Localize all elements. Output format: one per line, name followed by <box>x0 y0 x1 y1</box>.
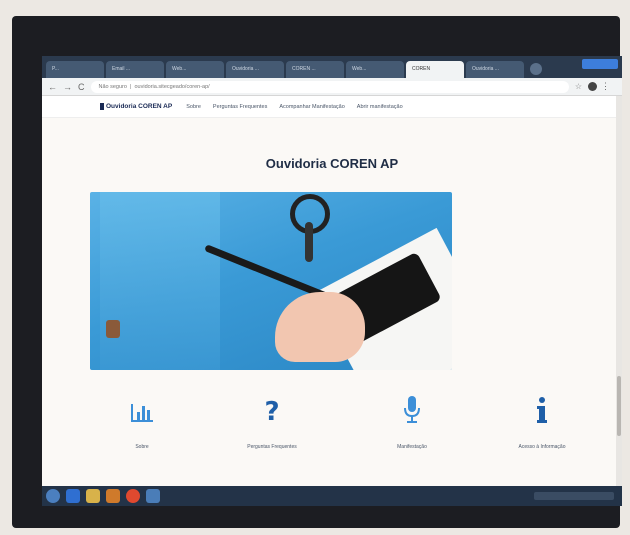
ie-icon[interactable] <box>66 489 80 503</box>
reload-icon[interactable]: C <box>78 82 85 92</box>
menu-dots-icon[interactable]: ⋮ <box>601 81 610 92</box>
browser-tab[interactable]: Web... <box>166 61 224 78</box>
feature-row: Sobre ? Perguntas Frequentes Manifestaçã… <box>82 388 602 468</box>
nav-link-sobre[interactable]: Sobre <box>186 104 201 110</box>
app-icon[interactable] <box>146 489 160 503</box>
feature-label: Perguntas Frequentes <box>247 444 297 450</box>
svg-text:?: ? <box>264 397 279 424</box>
url-text: ouvidoria.sitecgeado/coren-ap/ <box>134 83 210 90</box>
chrome-icon[interactable] <box>126 489 140 503</box>
brand-logo-icon <box>100 103 104 110</box>
browser-tab[interactable]: Web... <box>346 61 404 78</box>
url-field[interactable]: Não seguro | ouvidoria.sitecgeado/coren-… <box>90 80 569 93</box>
feature-acesso-informacao[interactable]: Acesso à Informação <box>492 388 592 450</box>
brand-text: Ouvidoria COREN AP <box>106 103 173 110</box>
microphone-icon <box>404 396 420 423</box>
info-icon <box>537 397 547 423</box>
media-player-icon[interactable] <box>106 489 120 503</box>
screen: P... Email ... Web... Ouvidoria ... CORE… <box>42 56 622 506</box>
monitor-bezel: P... Email ... Web... Ouvidoria ... CORE… <box>12 16 622 528</box>
browser-tab[interactable]: Ouvidoria ... <box>226 61 284 78</box>
nav-link-abrir[interactable]: Abrir manifestação <box>357 104 403 110</box>
browser-tab-bar: P... Email ... Web... Ouvidoria ... CORE… <box>42 56 622 78</box>
browser-tab[interactable]: P... <box>46 61 104 78</box>
bookmark-star-icon[interactable]: ☆ <box>575 82 582 91</box>
window-controls[interactable] <box>582 59 618 69</box>
browser-tab-active[interactable]: COREN <box>406 61 464 78</box>
feature-label: Acesso à Informação <box>518 444 566 450</box>
feature-label: Manifestação <box>397 444 427 450</box>
question-mark-icon: ? <box>264 397 279 424</box>
start-button-icon[interactable] <box>46 489 60 503</box>
nav-link-faq[interactable]: Perguntas Frequentes <box>213 104 267 110</box>
web-page: Ouvidoria COREN AP Sobre Perguntas Frequ… <box>42 96 622 486</box>
forward-icon[interactable]: → <box>63 82 72 92</box>
feature-label: Sobre <box>135 444 149 450</box>
feature-faq[interactable]: ? Perguntas Frequentes <box>222 388 322 450</box>
browser-tab[interactable]: Ouvidoria ... <box>466 61 524 78</box>
hero-image <box>90 192 452 370</box>
page-title: Ouvidoria COREN AP <box>265 156 399 171</box>
site-navbar: Ouvidoria COREN AP Sobre Perguntas Frequ… <box>42 96 622 118</box>
security-label: Não seguro <box>98 83 127 90</box>
folder-icon[interactable] <box>86 489 100 503</box>
address-bar: ← → C Não seguro | ouvidoria.sitecgeado/… <box>42 78 622 96</box>
feature-manifestacao[interactable]: Manifestação <box>362 388 462 450</box>
system-tray[interactable] <box>534 492 614 500</box>
scrollbar-thumb[interactable] <box>617 376 621 436</box>
nav-link-acompanhar[interactable]: Acompanhar Manifestação <box>279 104 344 110</box>
site-brand[interactable]: Ouvidoria COREN AP <box>100 103 172 110</box>
profile-avatar-icon[interactable] <box>588 82 597 91</box>
feature-sobre[interactable]: Sobre <box>92 388 192 450</box>
os-taskbar <box>42 486 622 506</box>
bar-chart-icon <box>131 404 153 422</box>
browser-tab[interactable]: Email ... <box>106 61 164 78</box>
new-tab-button[interactable] <box>530 63 542 75</box>
back-icon[interactable]: ← <box>48 82 57 92</box>
browser-tab[interactable]: COREN ... <box>286 61 344 78</box>
